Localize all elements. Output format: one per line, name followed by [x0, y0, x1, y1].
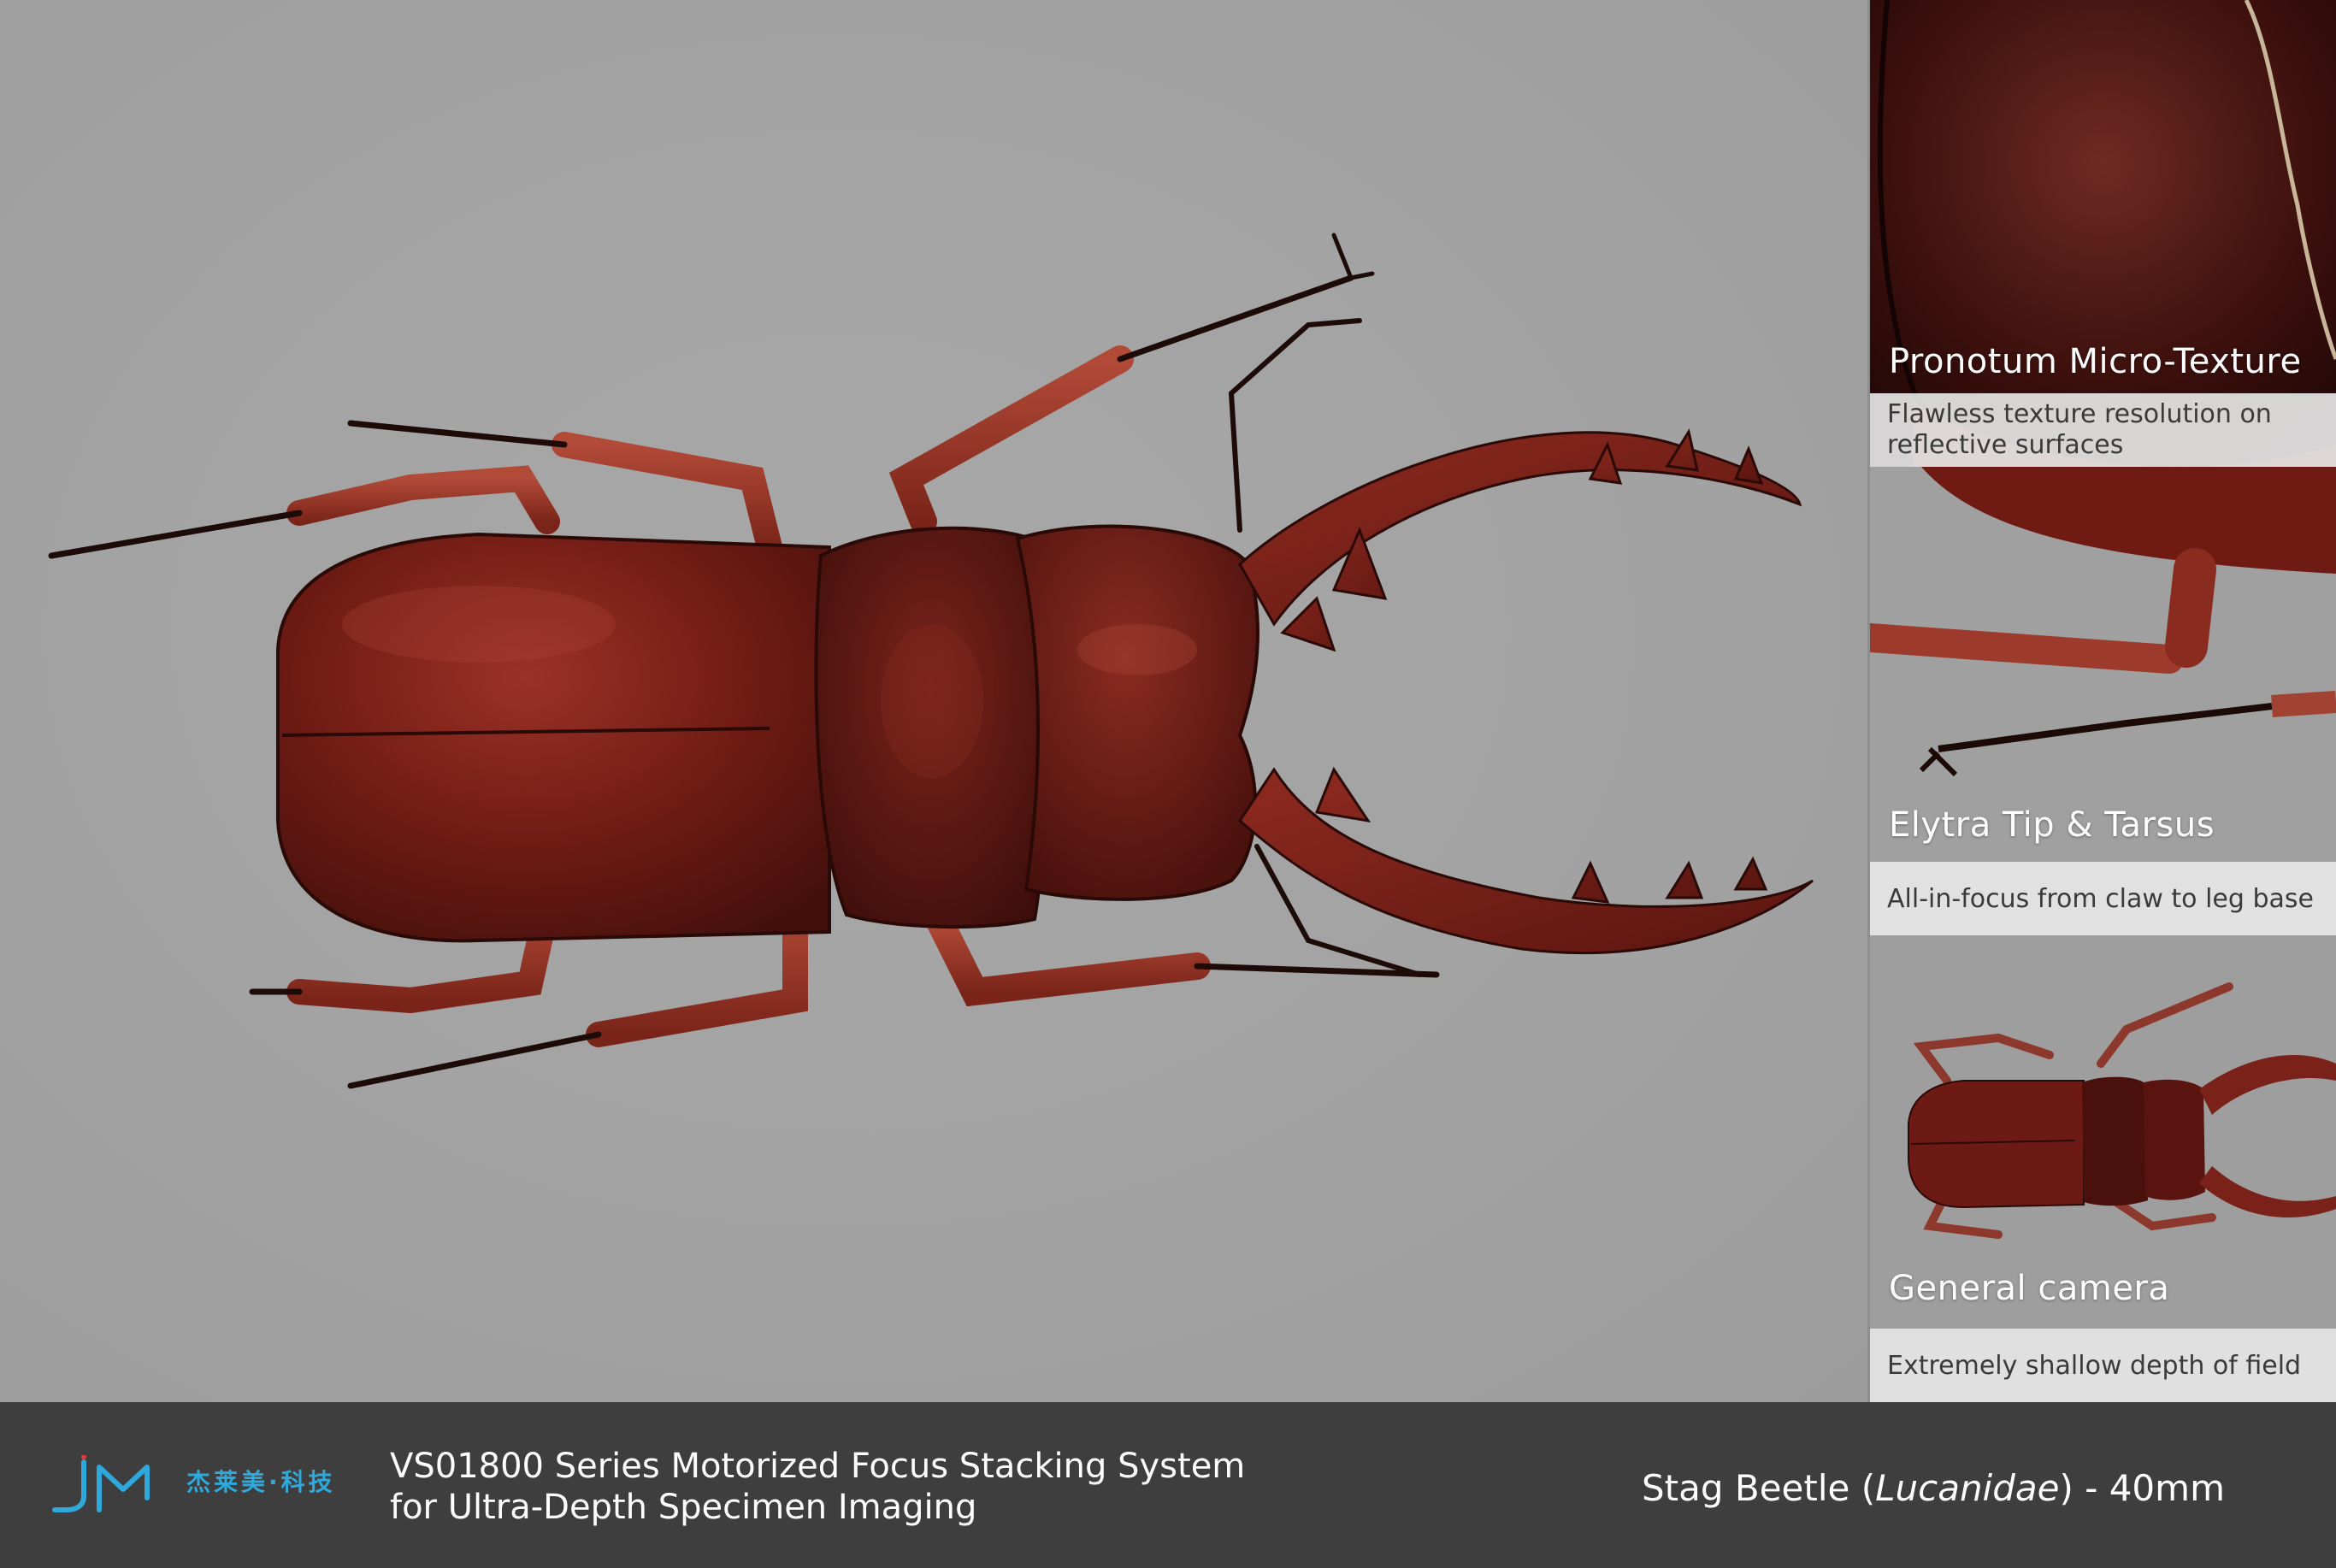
footer-bar: 杰莱美·科技 VS01800 Series Motorized Focus St… — [0, 1402, 2336, 1568]
tile-title: General camera — [1889, 1269, 2170, 1308]
beetle-head — [1015, 524, 1259, 901]
beetle-elytra — [276, 532, 831, 943]
company-name: 杰莱美·科技 — [186, 1468, 336, 1496]
product-title-line2: for Ultra-Depth Specimen Imaging — [390, 1488, 977, 1527]
tile-title: Elytra Tip & Tarsus — [1889, 805, 2215, 845]
tile-title: Pronotum Micro-Texture — [1889, 342, 2302, 381]
beetle-mandibles — [1238, 428, 1814, 955]
comparison-panel: Pronotum Micro-Texture Flawless texture … — [1867, 0, 2336, 1402]
specimen-label: Stag Beetle (Lucanidae) - 40mm — [1642, 1467, 2225, 1509]
tile-elytra-tarsus: Elytra Tip & Tarsus All-in-focus from cl… — [1870, 467, 2336, 935]
specimen-latin-name: Lucanidae — [1875, 1467, 2060, 1509]
tile-caption: All-in-focus from claw to leg base — [1870, 862, 2336, 935]
tile-caption: Extremely shallow depth of field — [1870, 1329, 2336, 1402]
tile-caption: Flawless texture resolution on reflectiv… — [1870, 393, 2336, 467]
specimen-photo — [0, 0, 1867, 1402]
company-logo-icon — [52, 1455, 150, 1512]
specimen-prefix: Stag Beetle ( — [1642, 1467, 1876, 1509]
specimen-suffix: ) - 40mm — [2059, 1467, 2225, 1509]
product-title-line1: VS01800 Series Motorized Focus Stacking … — [390, 1447, 1246, 1486]
tile-general-camera: General camera Extremely shallow depth o… — [1870, 935, 2336, 1402]
tile-pronotum: Pronotum Micro-Texture Flawless texture … — [1870, 0, 2336, 467]
stag-beetle-illustration — [48, 233, 1814, 1089]
